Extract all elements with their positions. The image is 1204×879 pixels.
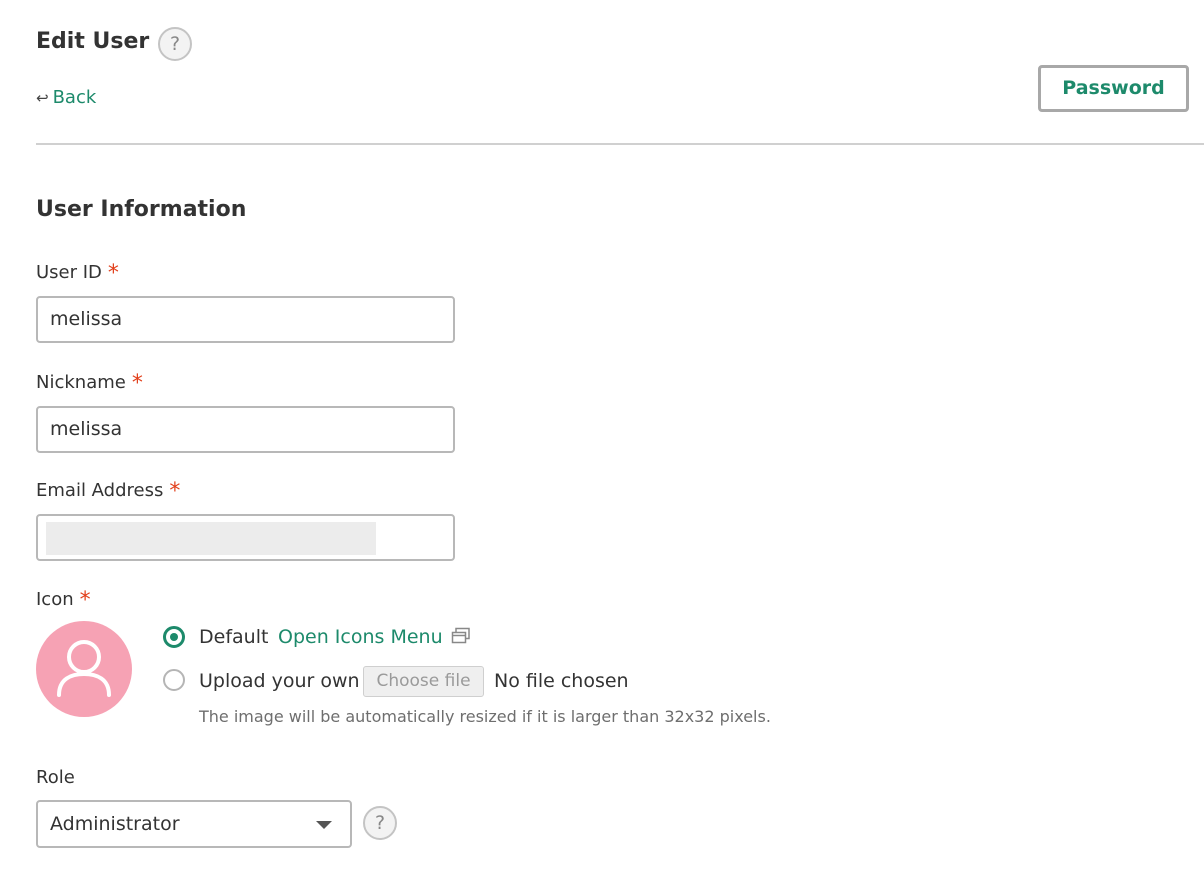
password-button[interactable]: Password: [1038, 65, 1189, 112]
header-divider: [36, 143, 1204, 145]
no-file-text: No file chosen: [494, 670, 629, 692]
required-mark: *: [107, 261, 119, 286]
nickname-label: Nickname *: [36, 371, 143, 396]
open-icons-menu-link[interactable]: Open Icons Menu: [278, 624, 471, 650]
nickname-input[interactable]: melissa: [36, 406, 455, 453]
email-label-text: Email Address: [36, 480, 164, 501]
role-label: Role: [36, 767, 75, 788]
nickname-value: melissa: [50, 418, 123, 440]
email-redacted-value: [46, 522, 376, 555]
required-mark: *: [131, 371, 143, 396]
back-link[interactable]: ↪ Back: [36, 86, 96, 110]
email-input[interactable]: [36, 514, 455, 561]
avatar: [36, 621, 132, 717]
role-select[interactable]: Administrator: [36, 800, 352, 848]
back-label: Back: [52, 87, 97, 108]
user-id-label-text: User ID: [36, 262, 102, 283]
icon-default-label[interactable]: Default: [199, 624, 268, 650]
required-mark: *: [79, 588, 91, 613]
caret-down-icon: [316, 821, 332, 829]
new-window-icon: [451, 627, 470, 644]
user-id-input[interactable]: melissa: [36, 296, 455, 343]
role-help-icon[interactable]: ?: [363, 806, 397, 840]
choose-file-button[interactable]: Choose file: [363, 666, 484, 697]
icon-label: Icon *: [36, 588, 91, 613]
email-label: Email Address *: [36, 479, 180, 504]
section-title: User Information: [36, 197, 247, 222]
user-id-label: User ID *: [36, 261, 119, 286]
icon-upload-radio[interactable]: [163, 669, 185, 691]
icon-label-text: Icon: [36, 589, 74, 610]
page-title: Edit User: [36, 29, 150, 54]
resize-hint: The image will be automatically resized …: [199, 707, 771, 726]
user-id-value: melissa: [50, 308, 123, 330]
required-mark: *: [169, 479, 181, 504]
nickname-label-text: Nickname: [36, 372, 126, 393]
role-selected-value: Administrator: [50, 813, 180, 835]
user-silhouette-icon: [57, 640, 111, 697]
open-icons-menu-label: Open Icons Menu: [278, 626, 443, 648]
undo-arrow-icon: ↪: [36, 89, 49, 107]
icon-default-radio[interactable]: [163, 626, 185, 648]
icon-upload-label[interactable]: Upload your own: [199, 668, 360, 694]
title-help-icon[interactable]: ?: [158, 27, 192, 61]
